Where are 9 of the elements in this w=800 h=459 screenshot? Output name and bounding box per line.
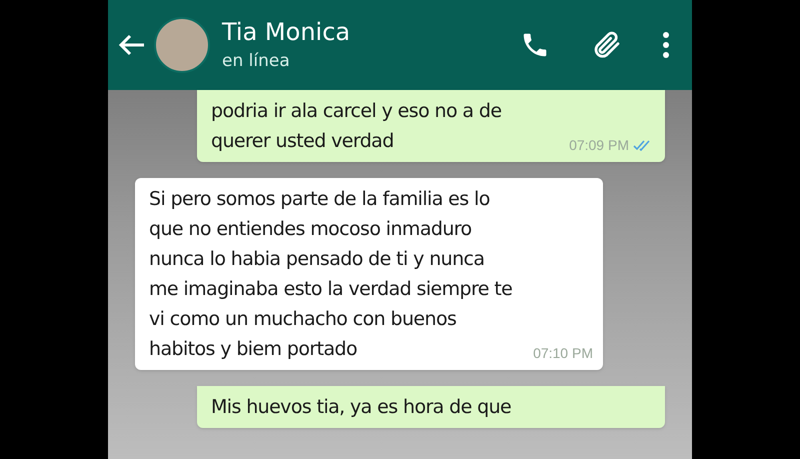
contact-name: Tia Monica bbox=[222, 17, 350, 48]
message-time: 07:09 PM bbox=[569, 136, 629, 154]
contact-status: en línea bbox=[222, 50, 291, 73]
message-text: podria ir ala carcel y eso no a de querer usted verdad bbox=[211, 99, 502, 154]
message-text: Mis huevos tia, ya es hora de que bbox=[211, 395, 512, 420]
message-time: 07:10 PM bbox=[533, 344, 593, 362]
message-text: Si pero somos parte de la familia es lo que no entiendes mocoso inmaduro nunca lo habia pensado de ti y nunca me imaginaba esto la verdad siempre te vi como un muchacho con buenos habitos y biem portado bbox=[149, 187, 512, 362]
back-arrow-icon[interactable] bbox=[118, 33, 146, 57]
more-options-icon[interactable] bbox=[662, 31, 670, 59]
